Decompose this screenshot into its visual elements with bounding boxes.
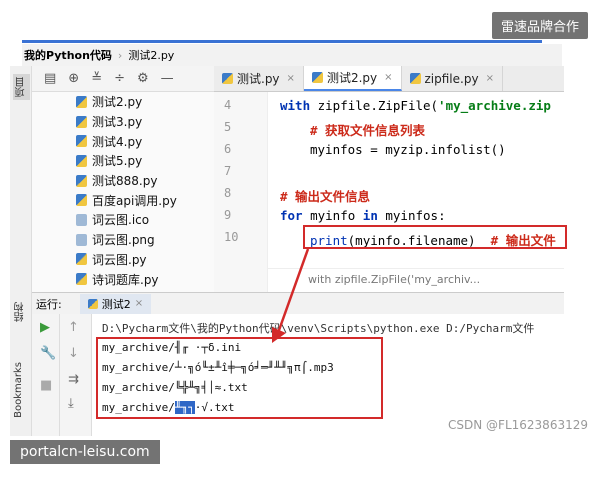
- tab-label: 测试.py: [237, 72, 280, 86]
- tab-label: 测试2.py: [326, 71, 378, 85]
- keyword: with: [280, 98, 311, 113]
- down-arrow-icon[interactable]: ↓: [68, 346, 79, 361]
- target-icon[interactable]: ⊕: [68, 71, 79, 86]
- file-name: 诗词题库.py: [92, 272, 159, 287]
- stop-icon[interactable]: ■: [40, 378, 52, 393]
- site-watermark-bottom: portalcn-leisu.com: [10, 440, 160, 464]
- minimize-icon[interactable]: —: [161, 71, 174, 86]
- run-toolbar: ▶ 🔧 ■: [32, 314, 60, 436]
- file-item[interactable]: 测试2.py: [32, 92, 214, 112]
- file-item[interactable]: 测试888.py: [32, 171, 214, 191]
- file-item[interactable]: 词云图.py: [32, 250, 214, 270]
- expand-icon[interactable]: ÷: [114, 71, 125, 86]
- code-line: myinfos = myzip.infolist(): [310, 142, 506, 157]
- scroll-to-end-icon[interactable]: ⤓: [68, 396, 74, 411]
- line-number: 4: [224, 98, 232, 112]
- bookmarks-tool-tab[interactable]: Bookmarks: [13, 362, 24, 418]
- line-number: 7: [224, 164, 232, 178]
- structure-tool-tab[interactable]: 结构: [13, 302, 28, 322]
- code-line: with zipfile.ZipFile('my_archive.zip: [280, 98, 551, 113]
- gear-icon[interactable]: ⚙: [137, 71, 149, 86]
- run-label: 运行:: [36, 297, 62, 311]
- tab-test[interactable]: 测试.py ×: [214, 66, 304, 91]
- close-icon[interactable]: ×: [287, 73, 295, 84]
- python-file-icon: [76, 95, 87, 108]
- line-number: 8: [224, 186, 232, 200]
- close-icon[interactable]: ×: [486, 73, 494, 84]
- breadcrumb-separator-icon: ›: [117, 48, 123, 62]
- line-number: 6: [224, 142, 232, 156]
- python-file-icon: [87, 298, 98, 309]
- file-name: 词云图.py: [92, 252, 147, 267]
- python-file-icon: [76, 174, 87, 187]
- python-file-icon: [76, 115, 87, 128]
- code-text: zipfile.ZipFile(: [310, 98, 439, 113]
- python-file-icon: [76, 273, 87, 286]
- project-tool-tab[interactable]: 项目: [13, 74, 30, 100]
- soft-wrap-icon[interactable]: ⇉: [68, 372, 79, 387]
- file-name: 百度api调用.py: [92, 193, 177, 208]
- close-icon[interactable]: ×: [384, 72, 392, 83]
- collapse-icon[interactable]: ≚: [91, 71, 102, 86]
- console-toolbar: ↑ ↓ ⇉ ⤓: [60, 314, 92, 436]
- image-file-icon: [76, 213, 87, 226]
- up-arrow-icon[interactable]: ↑: [68, 320, 79, 335]
- file-name: 词云图.png: [92, 233, 155, 248]
- python-file-icon: [76, 135, 87, 148]
- file-name: 测试2.py: [92, 95, 143, 110]
- run-tab[interactable]: 测试2 ×: [79, 293, 152, 314]
- code-text: myinfos:: [377, 208, 446, 223]
- breadcrumb-file[interactable]: 测试2.py: [128, 47, 174, 63]
- keyword: for: [280, 208, 303, 223]
- file-name: 测试5.py: [92, 154, 143, 169]
- file-item[interactable]: 诗词题库.py: [32, 269, 214, 289]
- code-line: for myinfo in myinfos:: [280, 208, 446, 223]
- breadcrumb: 我的Python代码 › 测试2.py: [22, 44, 562, 66]
- close-icon[interactable]: ×: [135, 298, 143, 309]
- line-number: 5: [224, 120, 232, 134]
- python-file-icon: [222, 73, 233, 84]
- file-item[interactable]: 测试3.py: [32, 112, 214, 132]
- python-file-icon: [76, 253, 87, 266]
- code-comment: # 获取文件信息列表: [310, 123, 426, 138]
- file-item[interactable]: 测试5.py: [32, 151, 214, 171]
- python-file-icon: [76, 154, 87, 167]
- tab-zipfile[interactable]: zipfile.py ×: [402, 66, 503, 91]
- file-item[interactable]: 词云图.png: [32, 230, 214, 250]
- annotation-arrow: [272, 248, 310, 343]
- layout-icon[interactable]: ▤: [44, 71, 56, 86]
- tab-label: zipfile.py: [424, 71, 479, 86]
- string-literal: 'my_archive.zip: [438, 98, 551, 113]
- run-icon[interactable]: ▶: [40, 320, 50, 335]
- breadcrumb-project[interactable]: 我的Python代码: [24, 47, 112, 63]
- code-highlight-box: [303, 225, 567, 249]
- file-name: 测试3.py: [92, 115, 143, 130]
- file-name: 测试4.py: [92, 134, 143, 149]
- title-accent-line: [22, 40, 542, 43]
- project-file-list: 测试2.py 测试3.py 测试4.py 测试5.py 测试888.py 百度a…: [32, 92, 214, 292]
- brand-watermark-top: 雷速品牌合作: [491, 12, 588, 39]
- python-file-icon: [409, 73, 421, 84]
- file-item[interactable]: 测试4.py: [32, 131, 214, 151]
- code-comment: # 输出文件信息: [280, 189, 371, 204]
- line-number: 10: [224, 230, 239, 244]
- image-file-icon: [76, 233, 87, 246]
- keyword: in: [362, 208, 378, 223]
- python-file-icon: [311, 72, 323, 83]
- line-number: 9: [224, 208, 232, 222]
- wrench-icon[interactable]: 🔧: [40, 346, 56, 361]
- file-item[interactable]: 词云图.ico: [32, 210, 214, 230]
- left-tool-strip: 项目 结构 Bookmarks: [10, 66, 32, 436]
- file-name: 测试888.py: [92, 174, 158, 189]
- file-item[interactable]: 百度api调用.py: [32, 190, 214, 210]
- output-highlight-box: [96, 337, 383, 419]
- tab-test2[interactable]: 测试2.py ×: [303, 66, 402, 91]
- editor-tabs: 测试.py × 测试2.py × zipfile.py ×: [214, 66, 564, 92]
- file-name: 词云图.ico: [92, 213, 150, 228]
- csdn-watermark: CSDN @FL1623863129: [448, 418, 588, 432]
- project-toolbar: ▤ ⊕ ≚ ÷ ⚙ —: [32, 66, 214, 92]
- code-text: myinfo: [302, 208, 363, 223]
- python-file-icon: [76, 194, 87, 207]
- run-tab-label: 测试2: [101, 297, 131, 311]
